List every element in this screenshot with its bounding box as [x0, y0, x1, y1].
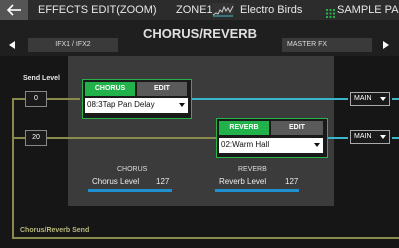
send-route-vertical	[12, 98, 14, 238]
reverb-type-select[interactable]: 02:Warm Hall	[219, 138, 323, 153]
chorus-type-value: 08:3Tap Pan Delay	[87, 100, 155, 109]
chorus-level-fill	[88, 189, 172, 192]
left-arrow-icon	[9, 41, 15, 49]
send-level-label: Send Level	[23, 75, 60, 82]
chorus-send-value[interactable]: 0	[25, 91, 47, 107]
zone-label: ZONE1	[176, 4, 213, 16]
chevron-down-icon	[179, 103, 185, 107]
next-page-button[interactable]	[372, 38, 399, 52]
reverb-level-label: Reverb Level	[219, 177, 267, 186]
chevron-down-icon	[314, 143, 320, 147]
reverb-main-tail	[392, 137, 399, 139]
reverb-level-value: 127	[285, 177, 299, 186]
right-arrow-icon	[383, 41, 389, 49]
screen-title: EFFECTS EDIT(ZOOM)	[38, 4, 157, 16]
tab-master-fx[interactable]: MASTER FX	[282, 38, 372, 52]
reverb-type-value: 02:Warm Hall	[221, 140, 270, 149]
chorus-level-label: Chorus Level	[92, 177, 140, 186]
chorus-tab[interactable]: CHORUS	[85, 82, 135, 96]
reverb-edit-button[interactable]: EDIT	[271, 121, 323, 135]
send-bus-line	[12, 237, 399, 239]
chorus-main-tail	[392, 98, 399, 100]
tab-ifx[interactable]: IFX1 / IFX2	[28, 38, 118, 52]
chorus-edit-button[interactable]: EDIT	[137, 82, 187, 96]
prev-page-button[interactable]	[0, 38, 28, 52]
reverb-output-select[interactable]: MAIN	[350, 130, 390, 144]
chorus-output-value: MAIN	[354, 95, 372, 102]
chevron-down-icon	[380, 135, 386, 139]
chorus-level-value: 127	[156, 177, 170, 186]
back-button[interactable]	[0, 0, 28, 20]
sample-pad-button[interactable]: SAMPLE PAD	[337, 4, 399, 16]
reverb-send-line	[68, 137, 216, 139]
reverb-section-title: REVERB	[238, 166, 267, 173]
reverb-level-fill	[215, 189, 299, 192]
chorus-level-track[interactable]	[88, 189, 172, 192]
chorus-out-line	[190, 98, 348, 100]
chevron-down-icon	[380, 97, 386, 101]
reverb-output-value: MAIN	[354, 133, 372, 140]
chorus-reverb-send-label: Chorus/Reverb Send	[20, 227, 90, 234]
back-arrow-icon	[6, 4, 21, 16]
kit-name: Electro Birds	[240, 4, 303, 16]
reverb-level-track[interactable]	[215, 189, 299, 192]
chorus-type-select[interactable]: 08:3Tap Pan Delay	[85, 98, 188, 113]
chorus-section-title: CHORUS	[117, 166, 148, 173]
reverb-tab[interactable]: REVERB	[219, 121, 269, 135]
chorus-output-select[interactable]: MAIN	[350, 92, 390, 106]
page-title: CHORUS/REVERB	[142, 26, 258, 41]
reverb-send-value[interactable]: 20	[25, 130, 47, 146]
reverb-out-line	[326, 137, 348, 139]
